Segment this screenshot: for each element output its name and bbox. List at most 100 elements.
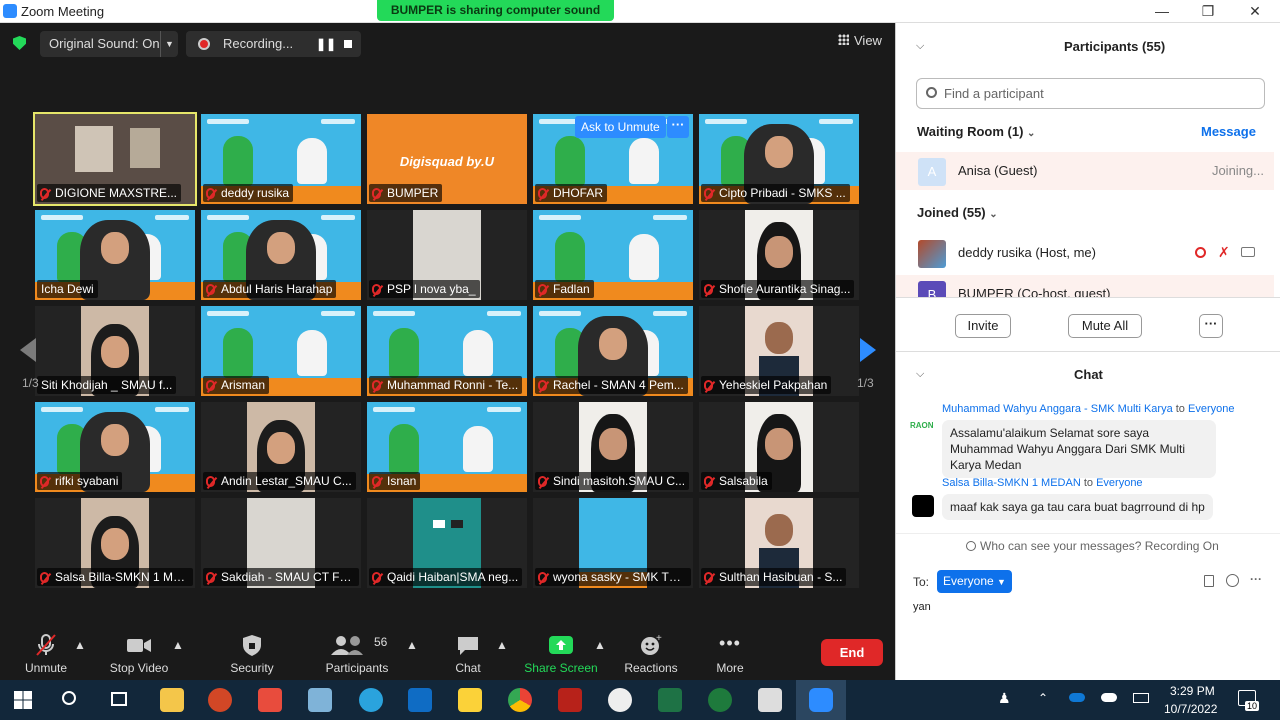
share-screen-button[interactable]: Share Screen: [522, 633, 600, 675]
participants-options-caret[interactable]: ▲: [406, 638, 418, 652]
video-tile[interactable]: DHOFAR Ask to Unmute ···: [533, 114, 693, 204]
message-waiting-room-link[interactable]: Message: [1201, 124, 1256, 139]
participant-row-cohost[interactable]: B BUMPER (Co-host, guest): [896, 275, 1274, 297]
video-tile[interactable]: Abdul Haris Harahap: [201, 210, 361, 300]
stop-video-button[interactable]: Stop Video: [104, 633, 174, 675]
clock-time[interactable]: 3:29 PM: [1170, 684, 1215, 698]
original-sound-button[interactable]: Original Sound: On ▼: [40, 31, 178, 57]
mute-all-button[interactable]: Mute All: [1068, 314, 1142, 338]
search-icon[interactable]: [62, 691, 76, 705]
video-tile[interactable]: Yeheskiel Pakpahan: [699, 306, 859, 396]
waiting-participant-row[interactable]: A Anisa (Guest) Joining...: [896, 152, 1274, 190]
tray-chevron-icon[interactable]: ⌃: [1038, 691, 1048, 705]
video-tile[interactable]: Sakdiah - SMAU CT FO...: [201, 498, 361, 588]
view-button[interactable]: View: [838, 33, 882, 48]
sticky-notes-icon[interactable]: [458, 688, 482, 712]
snipping-tool-icon[interactable]: [258, 688, 282, 712]
start-icon[interactable]: [14, 691, 32, 709]
video-tile[interactable]: Salsa Billa-SMKN 1 ME...: [35, 498, 195, 588]
invite-button[interactable]: Invite: [955, 314, 1011, 338]
video-tile[interactable]: wyona sasky - SMK TRI...: [533, 498, 693, 588]
video-tile[interactable]: Isnan: [367, 402, 527, 492]
video-tile[interactable]: Fadlan: [533, 210, 693, 300]
onedrive-icon[interactable]: [1069, 693, 1085, 702]
cloud-icon[interactable]: [1101, 693, 1117, 702]
video-tile[interactable]: Sulthan Hasibuan - S...: [699, 498, 859, 588]
task-view-icon[interactable]: [111, 692, 127, 706]
unmute-button[interactable]: Unmute: [18, 633, 74, 675]
video-tile[interactable]: Digisquad by.U BUMPER: [367, 114, 527, 204]
telegram-icon[interactable]: [359, 688, 383, 712]
zoom-taskbar-active[interactable]: [796, 680, 846, 720]
video-options-caret[interactable]: ▲: [172, 638, 184, 652]
muted-mic-icon[interactable]: ✗: [1218, 244, 1230, 261]
page-indicator-right: 1/3: [857, 376, 874, 390]
excel-icon[interactable]: [658, 688, 682, 712]
pause-recording-icon[interactable]: ❚❚: [316, 31, 336, 57]
chat-input[interactable]: yan: [913, 601, 931, 613]
video-tile[interactable]: Muhammad Ronni - Te...: [367, 306, 527, 396]
chat-more-icon[interactable]: ···: [1250, 572, 1262, 586]
find-participant-input[interactable]: Find a participant: [916, 78, 1265, 109]
participants-more-button[interactable]: ···: [1199, 314, 1223, 338]
divider: [896, 351, 1280, 352]
outlook-icon[interactable]: [408, 688, 432, 712]
hs-app-icon[interactable]: [708, 688, 732, 712]
video-tile[interactable]: Icha Dewi: [35, 210, 195, 300]
more-button[interactable]: ••• More: [712, 633, 748, 675]
previous-page-arrow-icon[interactable]: [20, 338, 36, 362]
filezilla-icon[interactable]: [558, 688, 582, 712]
video-tile[interactable]: Cipto Pribadi - SMKS ...: [699, 114, 859, 204]
share-options-caret[interactable]: ▲: [594, 638, 606, 652]
page-indicator-left: 1/3: [22, 376, 39, 390]
video-tile[interactable]: Salsabila: [699, 402, 859, 492]
tile-more-button[interactable]: ···: [667, 116, 689, 138]
collapse-chat-chevron-icon[interactable]: ⌵: [916, 368, 924, 381]
chat-sender-line: Muhammad Wahyu Anggara - SMK Multi Karya…: [942, 403, 1262, 415]
collapse-participants-chevron-icon[interactable]: ⌵: [916, 40, 924, 53]
chat-button[interactable]: Chat: [448, 633, 488, 675]
file-icon[interactable]: [1204, 575, 1214, 587]
people-icon[interactable]: ♟: [998, 690, 1011, 707]
ask-to-unmute-button[interactable]: Ask to Unmute: [575, 116, 666, 138]
network-icon[interactable]: [1133, 693, 1149, 703]
video-off-icon[interactable]: [1241, 247, 1255, 257]
chevron-down-icon[interactable]: ▼: [160, 31, 178, 57]
close-button[interactable]: ✕: [1240, 2, 1270, 20]
video-tile[interactable]: PSP l nova yba_: [367, 210, 527, 300]
emoji-icon[interactable]: [1226, 574, 1239, 587]
video-tile[interactable]: Rachel - SMAN 4 Pem...: [533, 306, 693, 396]
next-page-arrow-icon[interactable]: [860, 338, 876, 362]
powerpoint-icon[interactable]: [208, 688, 232, 712]
minimize-button[interactable]: —: [1147, 2, 1177, 20]
chrome-icon[interactable]: [508, 688, 532, 712]
video-tile[interactable]: rifki syabani: [35, 402, 195, 492]
file-explorer-icon[interactable]: [160, 688, 184, 712]
clock-date[interactable]: 10/7/2022: [1164, 702, 1217, 716]
chat-recipient-dropdown[interactable]: Everyone ▼: [937, 570, 1012, 593]
maximize-button[interactable]: ❐: [1193, 2, 1223, 20]
k-app-icon[interactable]: [758, 688, 782, 712]
waiting-room-header[interactable]: Waiting Room (1) ⌄: [917, 124, 1035, 139]
notes-icon[interactable]: [308, 688, 332, 712]
app-icon[interactable]: [608, 688, 632, 712]
audio-options-caret[interactable]: ▲: [74, 638, 86, 652]
video-tile[interactable]: DIGIONE MAXSTRE...: [33, 112, 197, 206]
video-tile[interactable]: deddy rusika: [201, 114, 361, 204]
end-meeting-button[interactable]: End: [821, 639, 883, 666]
joined-header[interactable]: Joined (55) ⌄: [917, 205, 998, 220]
participant-row-host[interactable]: deddy rusika (Host, me) ✗: [896, 234, 1274, 272]
video-tile[interactable]: Sindi masitoh.SMAU C...: [533, 402, 693, 492]
video-tile[interactable]: Arisman: [201, 306, 361, 396]
video-tile[interactable]: Qaidi Haiban|SMA neg...: [367, 498, 527, 588]
video-tile[interactable]: Siti Khodijah _ SMAU f...: [35, 306, 195, 396]
security-button[interactable]: Security: [226, 633, 278, 675]
chat-visibility-notice[interactable]: Who can see your messages? Recording On: [966, 539, 1219, 553]
reactions-button[interactable]: + Reactions: [620, 633, 682, 675]
chat-options-caret[interactable]: ▲: [496, 638, 508, 652]
muted-mic-icon: [372, 380, 381, 391]
video-tile[interactable]: Andin Lestar_SMAU C...: [201, 402, 361, 492]
stop-recording-icon[interactable]: [344, 40, 352, 48]
participants-button[interactable]: 56 Participants: [322, 633, 392, 675]
video-tile[interactable]: Shofie Aurantika Sinag...: [699, 210, 859, 300]
